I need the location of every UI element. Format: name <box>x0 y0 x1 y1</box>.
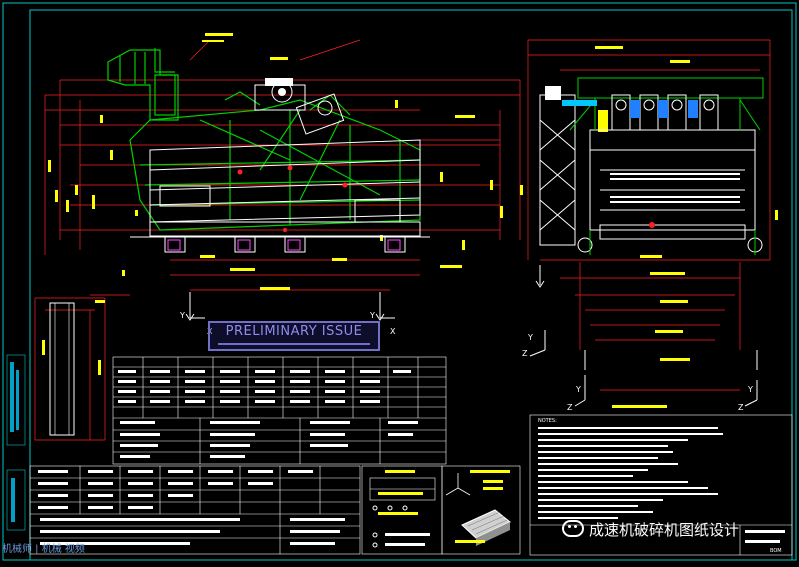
end-view-center-mark <box>649 222 655 228</box>
side-view: Y X Y X <box>44 33 521 336</box>
side-view-axis-markers <box>185 292 395 321</box>
end-view-mesh <box>610 173 740 203</box>
axis-label-y-2: Y <box>369 311 375 320</box>
end-axis-y-3: Y <box>747 385 753 394</box>
watermark-left: 机械师 | 机械 视频 <box>2 544 85 555</box>
axis-label-x-2: X <box>390 327 396 336</box>
iso-3d-thumbnail <box>455 509 511 546</box>
iso-axis-symbol <box>445 473 471 496</box>
feed-chute <box>107 48 179 121</box>
axis-label-y-1: Y <box>179 311 185 320</box>
end-axis-y: Y <box>527 333 533 342</box>
revision-block <box>361 465 521 555</box>
cad-drawing-sheet: Y X Y X Y Z Y Z Y Z NOTES: BOM PRELIMINA… <box>0 0 799 563</box>
stamp-text: PRELIMINARY ISSUE <box>225 324 363 339</box>
end-axis-y-2: Y <box>575 385 581 394</box>
screen-body <box>129 91 421 231</box>
left-margin-blocks <box>6 354 26 531</box>
end-view-axis-markers <box>529 265 758 407</box>
bom-table-upper <box>112 356 447 465</box>
detail-view-left <box>34 297 106 441</box>
end-axis-z-3: Z <box>738 403 744 412</box>
support-springs <box>167 239 401 251</box>
screen-frame <box>130 139 430 253</box>
side-view-annotations <box>48 33 503 290</box>
end-axis-z: Z <box>522 349 528 358</box>
wechat-icon <box>562 520 584 537</box>
drawing-canvas: Y X Y X Y Z Y Z Y Z NOTES: BOM <box>2 2 797 561</box>
end-view-dimensions <box>527 39 771 391</box>
watermark-main: 成速机破碎机图纸设计 <box>562 519 739 540</box>
revision-block-annotations <box>378 470 510 515</box>
stamp-underline <box>218 343 370 345</box>
bom-table-cells <box>118 370 418 458</box>
preliminary-issue-stamp: PRELIMINARY ISSUE <box>208 321 380 351</box>
parts-list-cells <box>38 470 345 545</box>
sheet-code: BOM <box>770 548 782 554</box>
sheet-border <box>2 2 797 561</box>
vibrator-motor <box>254 78 345 135</box>
watermark-main-text: 成速机破碎机图纸设计 <box>589 521 740 539</box>
notes-heading: NOTES: <box>538 418 557 424</box>
end-axis-z-2: Z <box>567 403 573 412</box>
end-view: Y Z Y Z Y Z <box>520 39 778 412</box>
sheet-inner-border <box>29 9 793 561</box>
